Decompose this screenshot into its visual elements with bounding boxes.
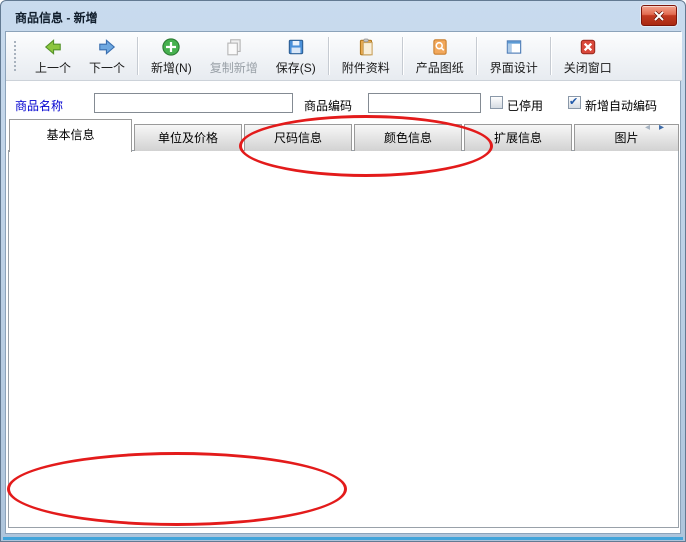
ui-design-icon <box>504 37 524 57</box>
attachment-icon <box>356 37 376 57</box>
product-code-input[interactable] <box>368 93 481 113</box>
toolbar: 上一个 下一个 新增(N) 复制新增 保存(S) 附件资料 产品图纸 <box>6 32 682 81</box>
arrow-left-icon <box>43 37 63 57</box>
tab-basic-info[interactable]: 基本信息 <box>9 119 132 152</box>
stopped-checkbox-label: 已停用 <box>507 97 543 114</box>
toolbar-button-label: 保存(S) <box>276 59 316 76</box>
field-label-product-name: 商品名称 <box>15 97 63 114</box>
tab-extended-info[interactable]: 扩展信息 <box>464 124 572 151</box>
close-icon <box>653 11 665 21</box>
toolbar-button-next[interactable]: 下一个 <box>80 33 134 79</box>
toolbar-button-add[interactable]: 新增(N) <box>142 33 201 79</box>
field-label-product-code: 商品编码 <box>304 97 352 114</box>
tab-size-info[interactable]: 尺码信息 <box>244 124 352 151</box>
toolbar-button-label: 附件资料 <box>342 59 390 76</box>
toolbar-button-label: 关闭窗口 <box>564 59 612 76</box>
tab-scroll-left-icon[interactable]: ◂ <box>645 123 650 133</box>
auto-code-checkbox-label: 新增自动编码 <box>585 97 657 114</box>
toolbar-separator <box>402 37 404 75</box>
toolbar-button-label: 产品图纸 <box>416 59 464 76</box>
tab-unit-price[interactable]: 单位及价格 <box>134 124 242 151</box>
toolbar-separator <box>476 37 478 75</box>
arrow-right-icon <box>97 37 117 57</box>
toolbar-button-label: 界面设计 <box>490 59 538 76</box>
toolbar-button-attachments[interactable]: 附件资料 <box>333 33 399 79</box>
toolbar-button-product-drawing[interactable]: 产品图纸 <box>407 33 473 79</box>
toolbar-separator <box>137 37 139 75</box>
auto-code-checkbox[interactable] <box>568 96 581 109</box>
tab-scroll-right-icon[interactable]: ▸ <box>659 123 664 133</box>
add-icon <box>161 37 181 57</box>
toolbar-button-label: 新增(N) <box>151 59 192 76</box>
copy-icon <box>224 37 244 57</box>
save-icon <box>286 37 306 57</box>
window-bottom-accent <box>3 537 683 540</box>
toolbar-button-copy-add: 复制新增 <box>201 33 267 79</box>
toolbar-button-close-window[interactable]: 关闭窗口 <box>555 33 621 79</box>
tab-panel-basic-info <box>8 150 679 528</box>
toolbar-grip-handle[interactable] <box>14 41 20 71</box>
toolbar-button-label: 复制新增 <box>210 59 258 76</box>
product-info-window: 商品信息 - 新增 上一个 下一个 新增(N) 复制新增 <box>0 0 686 542</box>
toolbar-button-previous[interactable]: 上一个 <box>26 33 80 79</box>
product-drawing-icon <box>430 37 450 57</box>
toolbar-button-ui-design[interactable]: 界面设计 <box>481 33 547 79</box>
toolbar-separator <box>550 37 552 75</box>
toolbar-button-save[interactable]: 保存(S) <box>267 33 325 79</box>
toolbar-button-label: 下一个 <box>89 59 125 76</box>
toolbar-separator <box>328 37 330 75</box>
stopped-checkbox[interactable] <box>490 96 503 109</box>
tab-color-info[interactable]: 颜色信息 <box>354 124 462 151</box>
product-name-input[interactable] <box>94 93 293 113</box>
window-title: 商品信息 - 新增 <box>15 9 98 26</box>
toolbar-button-label: 上一个 <box>35 59 71 76</box>
close-window-icon <box>578 37 598 57</box>
titlebar: 商品信息 - 新增 <box>5 1 681 29</box>
close-button[interactable] <box>641 5 677 26</box>
